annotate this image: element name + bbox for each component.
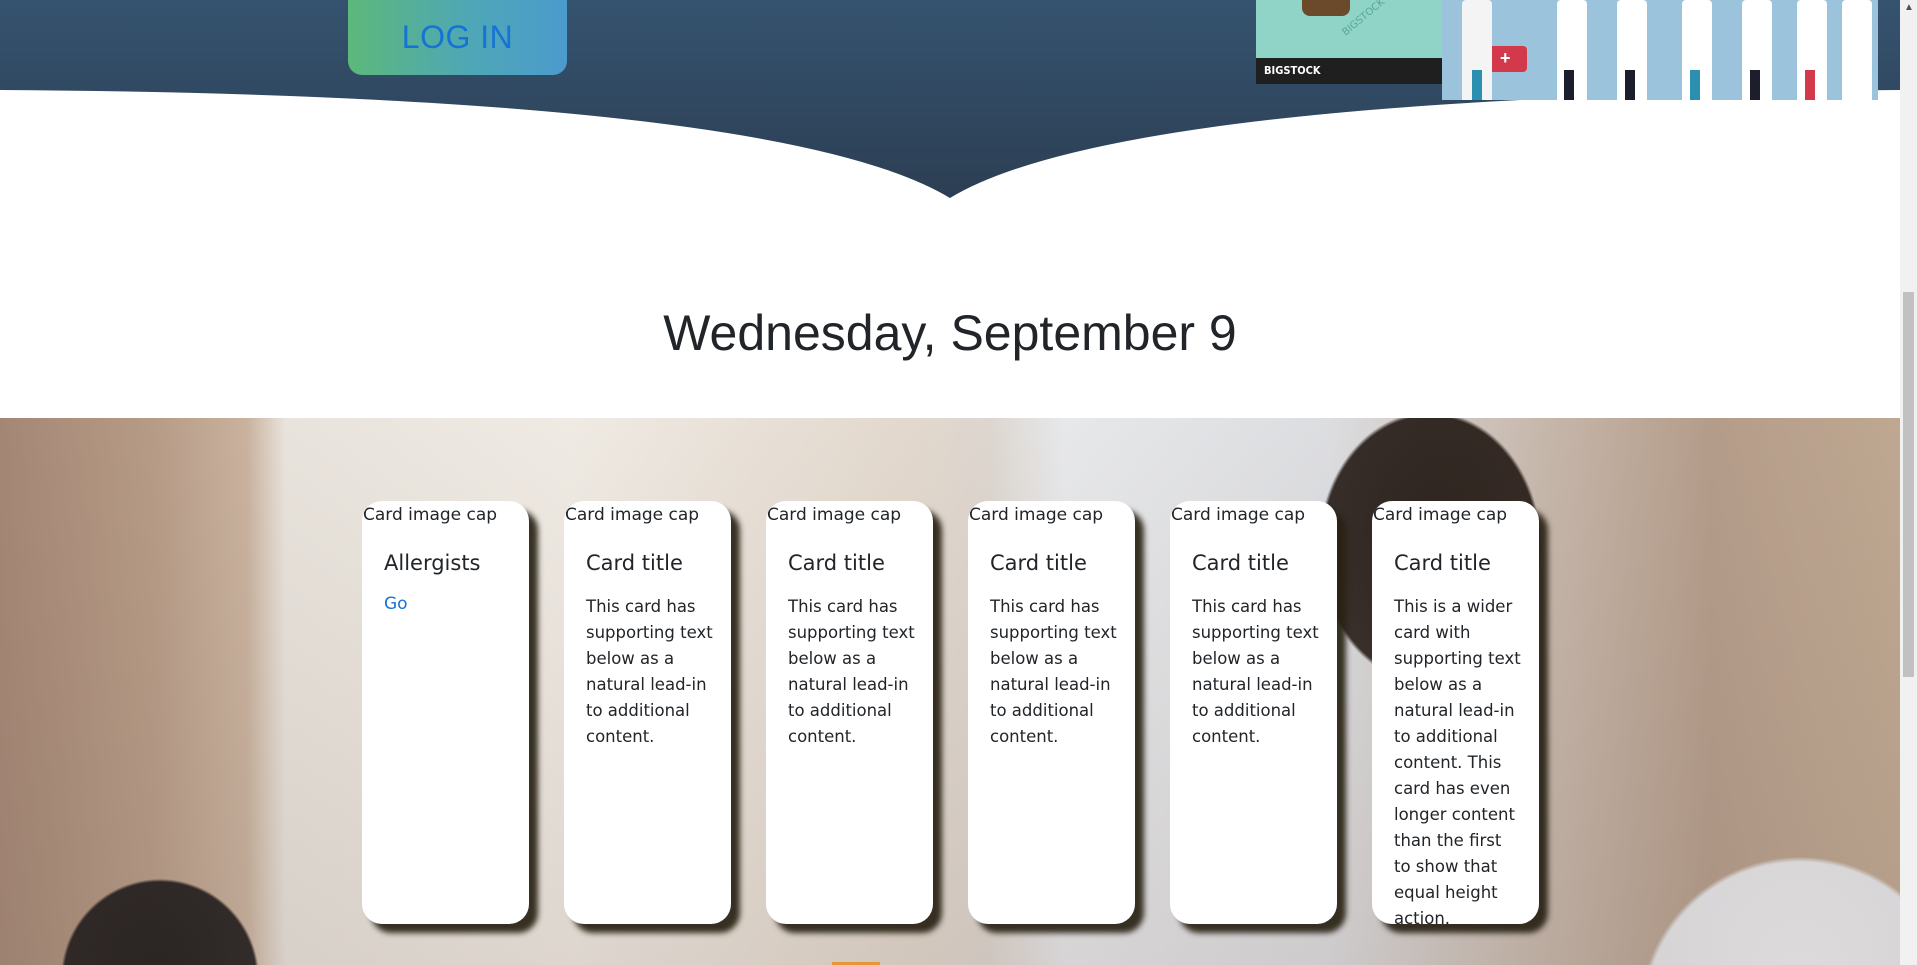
card-allergists: Card image cap Allergists Go — [362, 501, 529, 924]
card: Card image cap Card title This card has … — [564, 501, 731, 924]
go-link[interactable]: Go — [384, 594, 408, 614]
card-title: Card title — [1394, 551, 1491, 575]
doctor-figure — [1690, 70, 1700, 100]
card-image-cap: Card image cap — [1171, 505, 1306, 525]
card-image-cap: Card image cap — [969, 505, 1104, 525]
card-image-cap: Card image cap — [767, 505, 902, 525]
scrollbar-thumb[interactable] — [1903, 292, 1914, 677]
login-button[interactable]: LOG IN — [348, 0, 567, 75]
card-text: This is a wider card with supporting tex… — [1394, 597, 1521, 924]
hero-banner: LOG IN BIGSTOCK BIGSTOCK — [0, 0, 1900, 200]
card-image-cap: Card image cap — [565, 505, 700, 525]
card-image-cap: Card image cap — [1373, 505, 1508, 525]
background-photo — [0, 418, 1900, 965]
scroll-up-arrow-icon[interactable]: ▲ — [1904, 3, 1914, 13]
card-title: Allergists — [384, 551, 481, 575]
doctor-figure — [1842, 0, 1872, 100]
card: Card image cap Card title This card has … — [968, 501, 1135, 924]
card-title: Card title — [586, 551, 683, 575]
vertical-scrollbar[interactable]: ▲ — [1900, 0, 1917, 965]
date-heading: Wednesday, September 9 — [663, 305, 1237, 361]
card: Card image cap Card title This card has … — [766, 501, 933, 924]
card-title: Card title — [788, 551, 885, 575]
card-wide-text: Card image cap Card title This is a wide… — [1372, 501, 1539, 924]
card-text: This card has supporting text below as a… — [586, 597, 713, 746]
doctor-figure — [1564, 70, 1574, 100]
doctor-figure — [1750, 70, 1760, 100]
thumbnail-caption: BIGSTOCK — [1256, 58, 1442, 84]
doctor-figure — [1805, 70, 1815, 100]
first-aid-kit-icon — [1487, 46, 1527, 72]
card-title: Card title — [990, 551, 1087, 575]
card: Card image cap Card title This card has … — [1170, 501, 1337, 924]
card-image-cap: Card image cap — [363, 505, 498, 525]
card-text: This card has supporting text below as a… — [990, 597, 1117, 746]
boots-illustration — [1302, 0, 1350, 16]
card-title: Card title — [1192, 551, 1289, 575]
specialists-section: Card image cap Allergists Go Card image … — [0, 418, 1900, 965]
doctors-illustration — [1442, 0, 1878, 100]
doctor-figure — [1625, 70, 1635, 100]
login-label: LOG IN — [401, 19, 514, 55]
card-text: This card has supporting text below as a… — [788, 597, 915, 746]
doctor-figure — [1472, 70, 1482, 100]
stock-image-thumbnail: BIGSTOCK BIGSTOCK — [1256, 0, 1442, 84]
card-text: This card has supporting text below as a… — [1192, 597, 1319, 746]
